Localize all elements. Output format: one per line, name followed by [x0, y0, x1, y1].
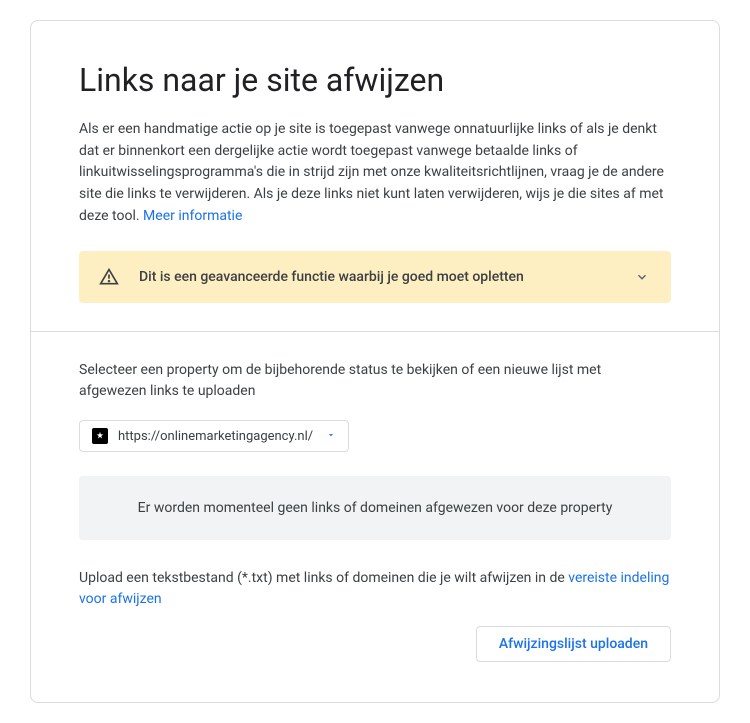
- property-select[interactable]: https://onlinemarketingagency.nl/: [79, 420, 349, 452]
- status-message-box: Er worden momenteel geen links of domein…: [79, 476, 671, 540]
- upload-description-text: Upload een tekstbestand (*.txt) met link…: [79, 570, 568, 586]
- page-description: Als er een handmatige actie op je site i…: [79, 119, 671, 227]
- status-message: Er worden momenteel geen links of domein…: [138, 500, 613, 516]
- card-body-section: Selecteer een property om de bijbehorend…: [31, 331, 719, 702]
- card-header-section: Links naar je site afwijzen Als er een h…: [31, 21, 719, 331]
- more-info-link[interactable]: Meer informatie: [143, 208, 242, 224]
- warning-triangle-icon: [99, 267, 119, 287]
- property-select-label: Selecteer een property om de bijbehorend…: [79, 360, 671, 402]
- upload-disavow-list-button[interactable]: Afwijzingslijst uploaden: [476, 626, 671, 662]
- warning-banner[interactable]: Dit is een geavanceerde functie waarbij …: [79, 251, 671, 303]
- disavow-card: Links naar je site afwijzen Als er een h…: [30, 20, 720, 703]
- page-title: Links naar je site afwijzen: [79, 61, 671, 99]
- property-selected-url: https://onlinemarketingagency.nl/: [118, 429, 316, 444]
- button-row: Afwijzingslijst uploaden: [79, 626, 671, 662]
- dropdown-arrow-icon: [326, 429, 336, 444]
- property-favicon-icon: [92, 428, 108, 444]
- upload-description: Upload een tekstbestand (*.txt) met link…: [79, 568, 671, 610]
- chevron-down-icon[interactable]: [633, 268, 651, 286]
- warning-text: Dit is een geavanceerde functie waarbij …: [139, 269, 613, 285]
